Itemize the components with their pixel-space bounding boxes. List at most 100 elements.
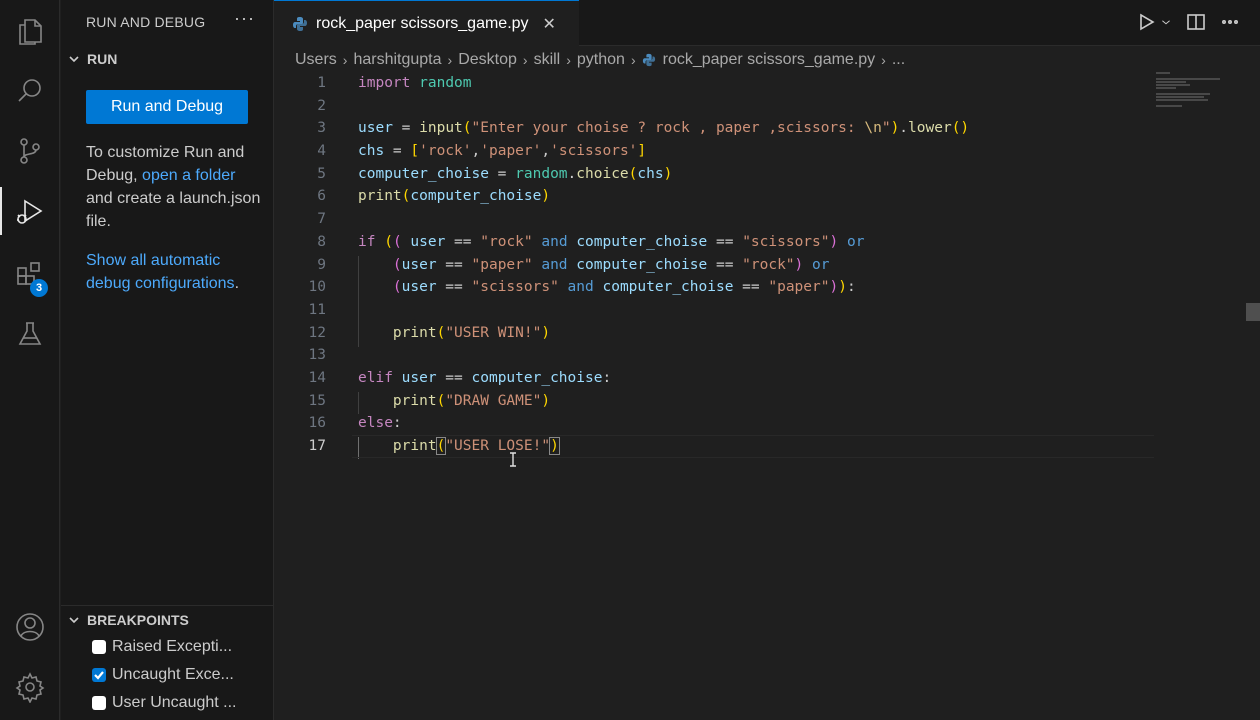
checkmark-icon (94, 671, 104, 680)
code-line: 14 elif user == computer_choise: (274, 367, 1154, 390)
line-number: 8 (317, 233, 326, 250)
code-line: 1 import random (274, 72, 1154, 95)
breakpoint-uncaught-exceptions[interactable]: Uncaught Exce... (92, 666, 267, 684)
breadcrumb-item[interactable]: harshitgupta (353, 51, 441, 69)
line-number: 11 (308, 301, 326, 318)
breadcrumb-item[interactable]: Desktop (458, 51, 517, 69)
line-number: 12 (308, 324, 326, 341)
chevron-down-icon (69, 617, 79, 624)
breakpoint-user-uncaught[interactable]: User Uncaught ... (92, 694, 267, 712)
breakpoint-label: Uncaught Exce... (112, 666, 234, 683)
chevron-down-icon[interactable] (1160, 12, 1172, 32)
line-number: 9 (317, 256, 326, 273)
run-and-debug-button[interactable]: Run and Debug (86, 90, 248, 124)
line-number: 3 (317, 120, 326, 137)
breadcrumb: Users › harshitgupta › Desktop › skill › pyt… (295, 50, 905, 70)
run-debug-icon[interactable] (0, 183, 60, 239)
code-line: 6 print(computer_choise) (274, 185, 1154, 208)
chevron-right-icon: › (342, 52, 348, 68)
code-line: 12 print("USER WIN!") (274, 322, 1154, 345)
more-actions-button[interactable]: ··· (234, 8, 255, 29)
show-all-suffix: . (234, 275, 240, 292)
python-file-icon (293, 16, 307, 31)
settings-gear-icon[interactable] (0, 659, 60, 715)
customize-text: To customize Run and Debug, open a folde… (86, 141, 261, 233)
account-icon[interactable] (0, 599, 60, 655)
breadcrumb-item[interactable]: rock_paper scissors_game.py (663, 51, 876, 69)
divider (61, 605, 273, 606)
breakpoints-section-header[interactable]: BREAKPOINTS (67, 612, 189, 628)
show-all-configurations-link[interactable]: Show all automatic debug configurations (86, 252, 235, 292)
code-line-current: 17 print("USER LOSE!") (274, 435, 1154, 458)
line-number: 1 (317, 75, 326, 91)
run-file-icon[interactable] (1136, 12, 1156, 32)
minimap[interactable] (1156, 72, 1246, 112)
source-control-icon[interactable] (0, 123, 60, 179)
breakpoint-label: User Uncaught ... (112, 694, 237, 711)
line-number: 14 (308, 369, 326, 386)
code-line: 7 (274, 208, 1154, 231)
activity-bar: 3 (0, 0, 60, 720)
chevron-right-icon: › (630, 52, 636, 68)
line-number: 2 (317, 97, 326, 114)
customize-suffix: and create a launch.json file. (86, 190, 261, 230)
code-line: 13 (274, 344, 1154, 367)
breakpoint-checkbox[interactable] (92, 640, 106, 654)
open-folder-link[interactable]: open a folder (142, 167, 235, 184)
chevron-right-icon: › (881, 52, 886, 68)
code-line: 4 chs = ['rock','paper','scissors'] (274, 140, 1154, 163)
testing-icon[interactable] (0, 306, 60, 362)
breakpoint-checkbox[interactable] (92, 668, 106, 682)
breadcrumb-item[interactable]: ... (892, 51, 905, 69)
show-all-text: Show all automatic debug configurations. (86, 249, 261, 295)
code-editor[interactable]: 1 import random 2 3 user = input("Enter yo… (274, 72, 1154, 458)
tab-label: rock_paper scissors_game.py (316, 14, 529, 32)
sidebar-title: RUN AND DEBUG (86, 14, 206, 30)
line-number: 6 (317, 188, 326, 205)
line-number: 17 (308, 438, 326, 454)
editor-tab[interactable]: rock_paper scissors_game.py ✕ (274, 0, 579, 46)
code-line: 15 print("DRAW GAME") (274, 390, 1154, 413)
explorer-icon[interactable] (0, 4, 60, 60)
search-icon[interactable] (0, 63, 60, 119)
code-line: 8 if (( user == "rock" and computer_chois… (274, 231, 1154, 254)
run-section-header[interactable]: RUN (67, 51, 117, 67)
split-editor-icon[interactable] (1186, 12, 1206, 32)
breadcrumb-item[interactable]: skill (534, 51, 561, 69)
chevron-right-icon: › (566, 52, 571, 68)
code-line: 5 computer_choise = random.choice(chs) (274, 163, 1154, 186)
python-file-icon (642, 53, 655, 67)
extensions-badge: 3 (30, 279, 48, 297)
more-actions-icon[interactable] (1220, 12, 1240, 32)
code-line: 9 (user == "paper" and computer_choise =… (274, 254, 1154, 277)
line-number: 4 (317, 143, 326, 160)
breakpoint-checkbox[interactable] (92, 696, 106, 710)
breakpoint-label: Raised Excepti... (112, 638, 233, 655)
close-icon[interactable]: ✕ (543, 14, 556, 34)
extensions-icon[interactable]: 3 (0, 246, 60, 302)
chevron-down-icon (69, 56, 79, 63)
line-number: 7 (317, 211, 326, 228)
code-line: 2 (274, 95, 1154, 118)
code-line: 11 (274, 299, 1154, 322)
code-line: 3 user = input("Enter your choise ? rock … (274, 117, 1154, 140)
chevron-right-icon: › (447, 52, 453, 68)
editor-actions (1136, 12, 1240, 32)
run-section-label: RUN (87, 51, 118, 67)
line-number: 15 (308, 392, 326, 409)
run-debug-sidebar: RUN AND DEBUG ··· RUN Run and Debug To c… (61, 0, 274, 720)
line-number: 16 (308, 415, 326, 432)
line-number: 13 (308, 347, 326, 364)
breadcrumb-item[interactable]: python (577, 51, 625, 69)
code-line: 10 (user == "scissors" and computer_choi… (274, 276, 1154, 299)
line-number: 10 (308, 279, 326, 296)
breadcrumb-item[interactable]: Users (295, 51, 337, 69)
breakpoints-section-label: BREAKPOINTS (87, 612, 189, 628)
text-cursor-icon (510, 452, 516, 467)
scrollbar-thumb[interactable] (1246, 303, 1260, 321)
chevron-right-icon: › (522, 52, 528, 68)
line-number: 5 (317, 165, 326, 182)
breakpoint-raised-exceptions[interactable]: Raised Excepti... (92, 638, 267, 656)
editor-tab-bar: rock_paper scissors_game.py ✕ (274, 0, 1260, 46)
code-line: 16 else: (274, 412, 1154, 435)
